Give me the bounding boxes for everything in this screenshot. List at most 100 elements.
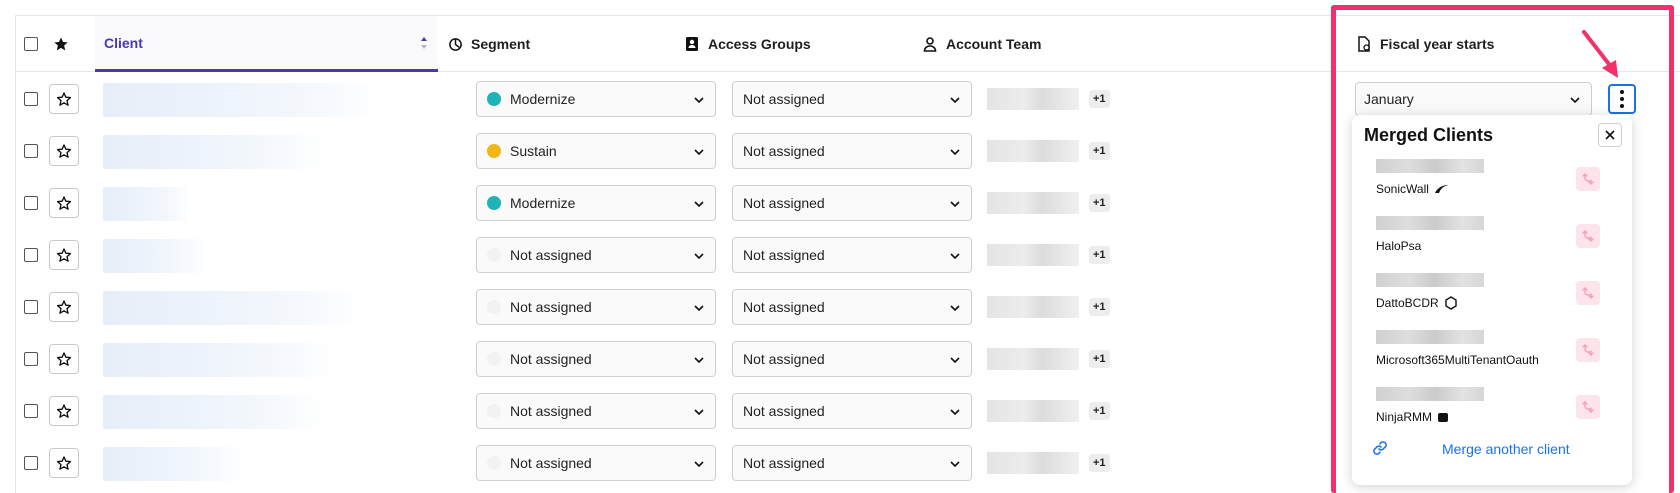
client-name-cell[interactable]: [95, 281, 438, 333]
access-groups-value: Not assigned: [743, 91, 825, 107]
row-checkbox[interactable]: [24, 92, 38, 106]
access-groups-select[interactable]: Not assigned: [732, 237, 972, 273]
merged-client-name-redacted: [1376, 216, 1484, 230]
row-checkbox[interactable]: [24, 300, 38, 314]
row-select-cell: [24, 437, 38, 489]
close-icon: [1605, 130, 1615, 140]
segment-select[interactable]: Modernize: [476, 81, 716, 117]
chevron-down-icon: [694, 253, 704, 260]
favorite-cell: [49, 125, 79, 177]
more-members-badge[interactable]: +1: [1089, 194, 1110, 212]
favorite-button[interactable]: [49, 136, 79, 166]
merge-another-client-link[interactable]: Merge another client: [1442, 441, 1570, 457]
chevron-down-icon: [950, 201, 960, 208]
close-popover-button[interactable]: [1598, 123, 1622, 147]
segment-select[interactable]: Not assigned: [476, 445, 716, 481]
merged-client-source-label: Microsoft365MultiTenantOauth: [1376, 353, 1539, 367]
more-members-badge[interactable]: +1: [1089, 350, 1110, 368]
segment-value: Not assigned: [510, 351, 592, 367]
column-header-segment[interactable]: Segment: [447, 16, 530, 72]
unmerge-icon: [1582, 343, 1594, 357]
segment-select[interactable]: Modernize: [476, 185, 716, 221]
client-name-cell[interactable]: [95, 333, 438, 385]
favorite-button[interactable]: [49, 188, 79, 218]
access-groups-select[interactable]: Not assigned: [732, 289, 972, 325]
column-header-client-label: Client: [104, 34, 143, 51]
row-checkbox[interactable]: [24, 196, 38, 210]
row-checkbox[interactable]: [24, 404, 38, 418]
link-icon[interactable]: [1372, 440, 1388, 456]
merged-client-source-label: SonicWall: [1376, 182, 1429, 196]
more-members-badge[interactable]: +1: [1089, 90, 1110, 108]
favorite-button[interactable]: [49, 448, 79, 478]
fiscal-year-select[interactable]: January: [1355, 82, 1592, 116]
access-groups-select[interactable]: Not assigned: [732, 133, 972, 169]
star-outline-icon: [56, 196, 72, 210]
access-groups-cell: Not assigned: [732, 229, 972, 281]
merged-client-name-redacted: [1376, 387, 1484, 401]
unmerge-button[interactable]: [1576, 338, 1600, 362]
access-groups-select[interactable]: Not assigned: [732, 393, 972, 429]
select-all-checkbox[interactable]: [24, 37, 38, 51]
segment-select[interactable]: Not assigned: [476, 393, 716, 429]
favorite-button[interactable]: [49, 240, 79, 270]
favorite-button[interactable]: [49, 344, 79, 374]
segment-color-dot: [487, 300, 501, 314]
unmerge-button[interactable]: [1576, 167, 1600, 191]
client-name-cell[interactable]: [95, 73, 438, 125]
unmerge-icon: [1582, 172, 1594, 186]
access-groups-value: Not assigned: [743, 195, 825, 211]
access-groups-select[interactable]: Not assigned: [732, 341, 972, 377]
segment-select[interactable]: Sustain: [476, 133, 716, 169]
row-checkbox[interactable]: [24, 352, 38, 366]
client-name-cell[interactable]: [95, 385, 438, 437]
row-checkbox[interactable]: [24, 248, 38, 262]
more-members-badge[interactable]: +1: [1089, 402, 1110, 420]
unmerge-button[interactable]: [1576, 224, 1600, 248]
more-members-badge[interactable]: +1: [1089, 246, 1110, 264]
more-members-badge[interactable]: +1: [1089, 298, 1110, 316]
client-name-cell[interactable]: [95, 177, 438, 229]
column-header-client[interactable]: Client: [95, 16, 438, 72]
segment-select[interactable]: Not assigned: [476, 237, 716, 273]
more-members-badge[interactable]: +1: [1089, 142, 1110, 160]
access-groups-cell: Not assigned: [732, 281, 972, 333]
access-groups-select[interactable]: Not assigned: [732, 81, 972, 117]
column-header-access-groups[interactable]: Access Groups: [684, 16, 811, 72]
favorite-button[interactable]: [49, 396, 79, 426]
favorite-cell: [49, 73, 79, 125]
client-name-cell[interactable]: [95, 229, 438, 281]
favorite-cell: [49, 229, 79, 281]
segment-select[interactable]: Not assigned: [476, 289, 716, 325]
fiscal-year-value: January: [1364, 91, 1414, 107]
access-groups-value: Not assigned: [743, 143, 825, 159]
segment-cell: Not assigned: [476, 333, 716, 385]
client-name-redacted: [103, 291, 361, 325]
segment-cell: Modernize: [476, 177, 716, 229]
client-name-cell[interactable]: [95, 125, 438, 177]
unmerge-button[interactable]: [1576, 281, 1600, 305]
unmerge-icon: [1582, 400, 1594, 414]
favorite-button[interactable]: [49, 292, 79, 322]
access-groups-select[interactable]: Not assigned: [732, 445, 972, 481]
unmerge-icon: [1582, 229, 1594, 243]
client-name-cell[interactable]: [95, 437, 438, 489]
merged-client-source: HaloPsa: [1376, 239, 1421, 253]
star-outline-icon: [56, 352, 72, 366]
segment-select[interactable]: Not assigned: [476, 341, 716, 377]
column-header-account-team[interactable]: Account Team: [922, 16, 1041, 72]
row-checkbox[interactable]: [24, 456, 38, 470]
segment-cell: Sustain: [476, 125, 716, 177]
segment-cell: Not assigned: [476, 229, 716, 281]
popover-title: Merged Clients: [1364, 125, 1494, 145]
row-checkbox[interactable]: [24, 144, 38, 158]
merged-client-item: HaloPsa: [1376, 216, 1616, 266]
more-options-button[interactable]: [1608, 84, 1636, 114]
more-members-badge[interactable]: +1: [1089, 454, 1110, 472]
access-groups-select[interactable]: Not assigned: [732, 185, 972, 221]
sort-icon[interactable]: [420, 36, 428, 50]
merged-clients-list[interactable]: SonicWall HaloPsa DattoBCDR Microsoft365Mul…: [1352, 159, 1632, 439]
favorite-button[interactable]: [49, 84, 79, 114]
row-select-cell: [24, 229, 38, 281]
account-team-cell: +1: [987, 333, 1110, 385]
